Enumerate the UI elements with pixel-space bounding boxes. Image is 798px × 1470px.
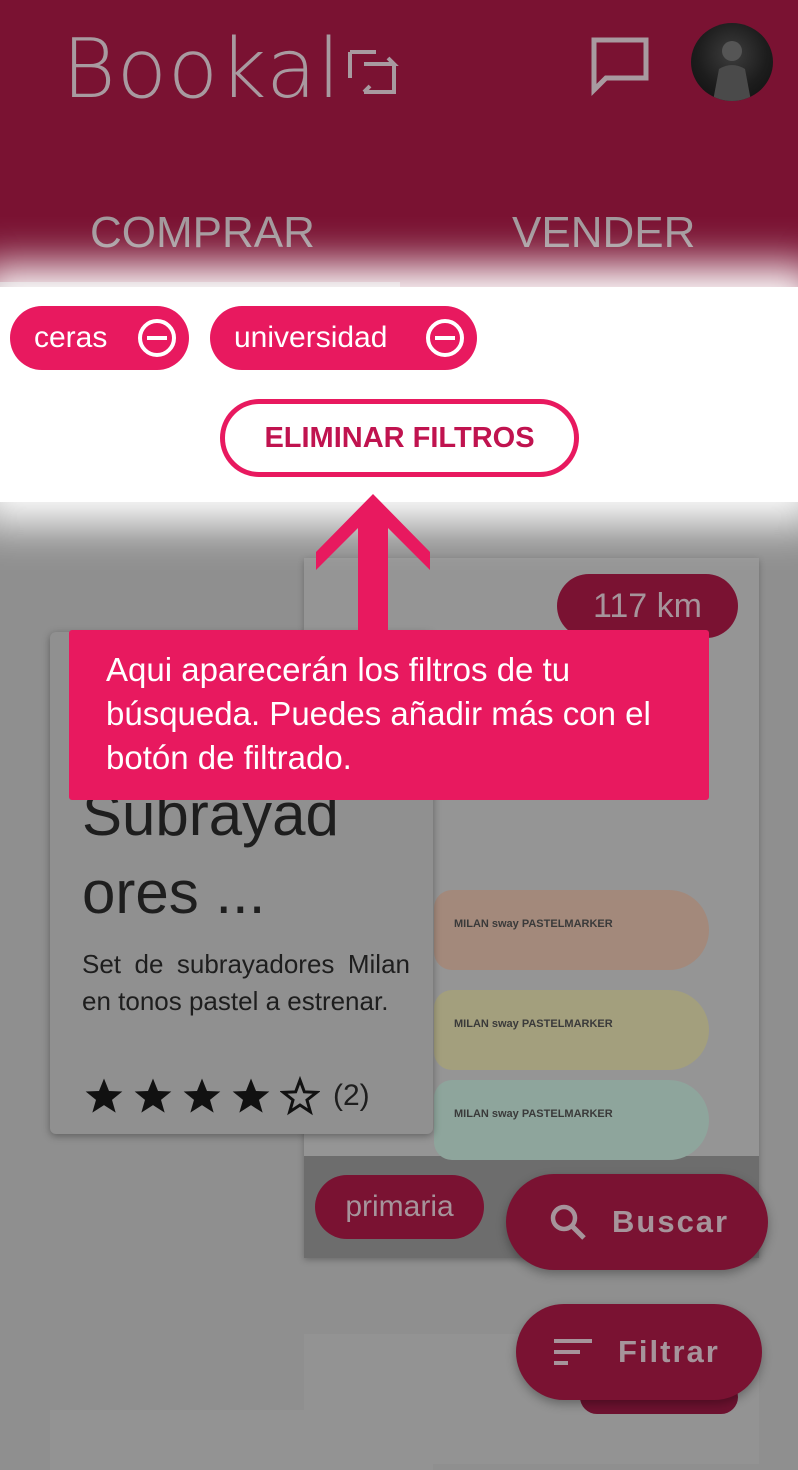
rating-stars: (2) — [84, 1076, 370, 1116]
product-marker-green: MILAN sway PASTELMARKER — [434, 1080, 709, 1160]
filter-chip-label: ceras — [34, 321, 108, 354]
clear-filters-button[interactable]: ELIMINAR FILTROS — [220, 399, 579, 477]
app-logo: Bookal — [62, 22, 342, 117]
product-card-next-left[interactable] — [50, 1410, 433, 1470]
filter-button[interactable]: Filtrar — [516, 1304, 762, 1400]
user-photo-icon — [713, 41, 751, 101]
star-filled-icon — [232, 1078, 270, 1113]
filter-button-label: Filtrar — [618, 1334, 720, 1369]
marker-print: MILAN sway PASTELMARKER — [454, 1108, 613, 1120]
marker-print: MILAN sway PASTELMARKER — [454, 1018, 613, 1030]
avatar[interactable] — [691, 23, 773, 101]
app-bar: Bookal COMPRAR VENDER — [0, 0, 798, 287]
search-button[interactable]: Buscar — [506, 1174, 768, 1270]
product-description: Set de subrayadores Milan en tonos paste… — [82, 949, 410, 1016]
star-empty-icon — [280, 1076, 320, 1116]
coachmark-tooltip: Aqui aparecerán los filtros de tu búsque… — [69, 630, 709, 800]
filter-chip-universidad[interactable]: universidad — [210, 306, 477, 370]
tab-comprar[interactable]: COMPRAR — [90, 208, 315, 258]
search-button-label: Buscar — [612, 1204, 730, 1239]
minus-circle-icon[interactable] — [425, 318, 465, 358]
star-filled-icon — [183, 1078, 221, 1113]
filter-chip-ceras[interactable]: ceras — [10, 306, 189, 370]
filter-chip-label: universidad — [234, 321, 388, 354]
star-filled-icon — [134, 1078, 172, 1113]
minus-circle-icon[interactable] — [137, 318, 177, 358]
product-marker-orange: MILAN sway PASTELMARKER — [434, 890, 709, 970]
category-tag[interactable]: primaria — [315, 1175, 484, 1239]
swap-arrows-icon — [348, 50, 399, 94]
search-icon — [550, 1204, 586, 1240]
star-filled-icon — [85, 1078, 123, 1113]
distance-badge: 117 km — [557, 574, 738, 638]
product-marker-yellow: MILAN sway PASTELMARKER — [434, 990, 709, 1070]
arrow-up-icon — [316, 494, 430, 634]
marker-print: MILAN sway PASTELMARKER — [454, 918, 613, 930]
filter-list-icon — [554, 1339, 592, 1365]
rating-count: (2) — [333, 1079, 370, 1112]
chat-bubble-icon[interactable] — [588, 34, 652, 98]
tab-vender[interactable]: VENDER — [512, 208, 695, 258]
